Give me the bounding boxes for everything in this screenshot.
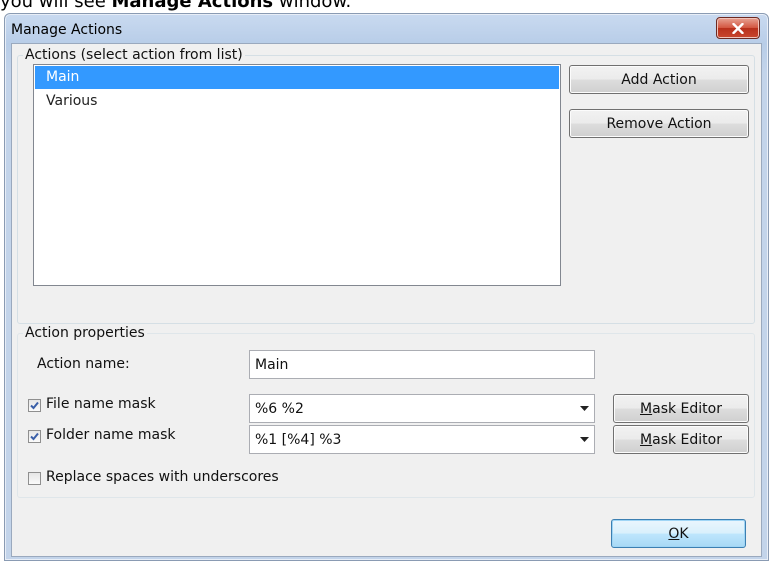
file-mask-checkbox[interactable] (28, 399, 41, 412)
manage-actions-window: Manage Actions Actions (select action fr… (4, 13, 769, 561)
action-name-label: Action name: (37, 356, 130, 372)
file-mask-combo[interactable]: %6 %2 (249, 394, 595, 423)
add-action-button[interactable]: Add Action (569, 65, 749, 94)
checkmark-icon (30, 401, 39, 410)
window-title: Manage Actions (11, 22, 123, 38)
replace-spaces-label[interactable]: Replace spaces with underscores (46, 469, 279, 485)
action-name-field[interactable]: Main (249, 350, 595, 379)
action-name-value: Main (255, 356, 289, 373)
actions-group-legend: Actions (select action from list) (23, 47, 245, 63)
replace-spaces-checkbox[interactable] (28, 472, 41, 485)
add-action-label: Add Action (621, 71, 697, 88)
actions-list[interactable]: Main Various (33, 64, 561, 286)
page-caption: you will see Manage Actions window. (0, 0, 351, 12)
checkmark-icon (30, 432, 39, 441)
remove-action-button[interactable]: Remove Action (569, 109, 749, 138)
file-mask-label[interactable]: File name mask (46, 396, 156, 412)
folder-mask-editor-button[interactable]: Mask Editor (613, 425, 749, 454)
chevron-down-icon[interactable] (574, 395, 594, 422)
folder-mask-combo[interactable]: %1 [%4] %3 (249, 425, 595, 454)
chevron-down-icon[interactable] (574, 426, 594, 453)
close-button[interactable] (716, 17, 760, 39)
ok-label: OK (668, 525, 689, 542)
caption-bold: Manage Actions (111, 0, 274, 12)
ok-button[interactable]: OK (611, 519, 746, 548)
properties-group-legend: Action properties (23, 325, 147, 341)
dialog-client: Actions (select action from list) Main V… (11, 43, 762, 557)
file-mask-value: %6 %2 (255, 401, 304, 417)
list-item[interactable]: Various (35, 90, 559, 113)
file-mask-editor-button[interactable]: Mask Editor (613, 394, 749, 423)
caption-prefix: you will see (0, 0, 112, 12)
caption-suffix: window. (273, 0, 352, 12)
mask-editor-label: Mask Editor (640, 431, 722, 448)
remove-action-label: Remove Action (606, 115, 712, 132)
title-bar[interactable]: Manage Actions (5, 14, 768, 42)
list-item[interactable]: Main (35, 66, 559, 89)
list-item-label: Main (46, 69, 80, 85)
close-icon (732, 22, 744, 34)
mask-editor-label: Mask Editor (640, 400, 722, 417)
folder-mask-label[interactable]: Folder name mask (46, 427, 176, 443)
list-item-label: Various (46, 93, 98, 109)
folder-mask-checkbox[interactable] (28, 430, 41, 443)
folder-mask-value: %1 [%4] %3 (255, 432, 342, 448)
